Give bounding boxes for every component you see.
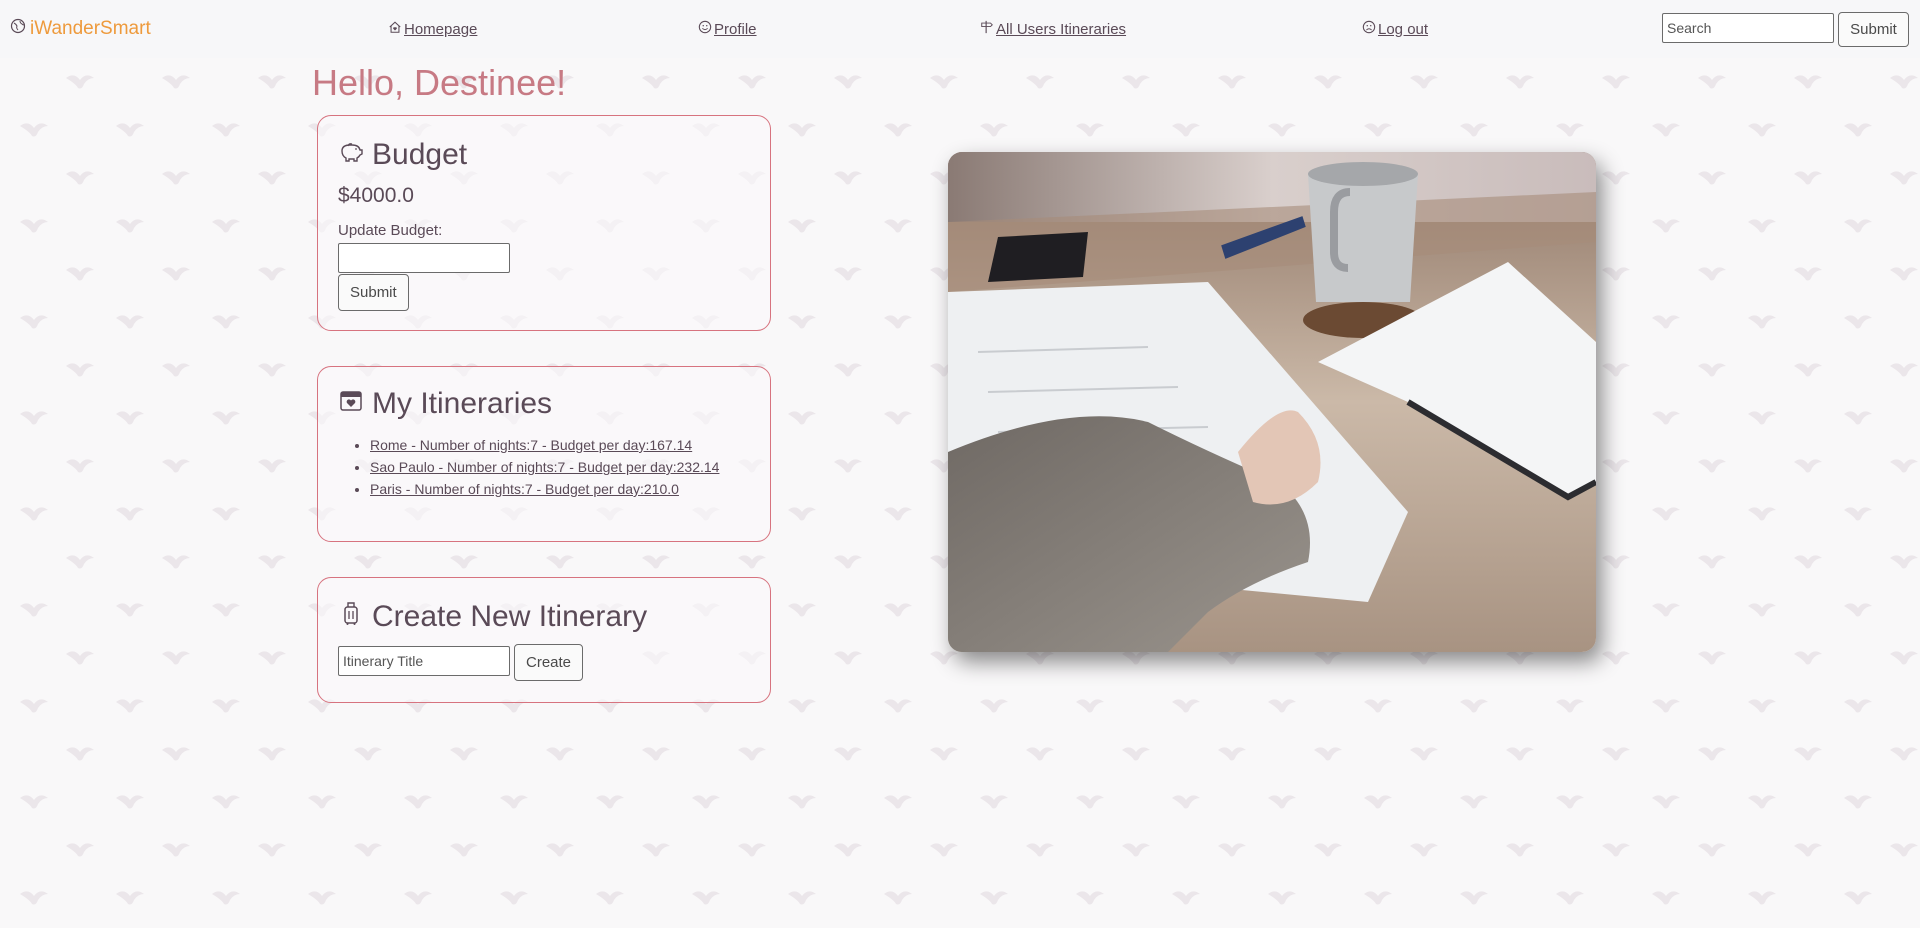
nav-link-label: Homepage (404, 20, 478, 38)
luggage-icon (338, 600, 364, 634)
signpost-icon (980, 20, 994, 38)
nav-link-label: Log out (1378, 20, 1429, 38)
hero-photo-writing-notes (948, 152, 1596, 652)
frown-icon (1362, 20, 1376, 38)
update-budget-label: Update Budget: (338, 222, 443, 239)
itinerary-list: Rome - Number of nights:7 - Budget per d… (370, 437, 719, 503)
smile-icon (698, 20, 712, 38)
budget-submit-button[interactable]: Submit (338, 274, 409, 311)
my-itineraries-card: My Itineraries Rome - Number of nights:7… (317, 366, 771, 542)
nav-link-profile[interactable]: Profile (698, 20, 757, 38)
nav-link-label: All Users Itineraries (996, 20, 1127, 38)
nav-link-homepage[interactable]: Homepage (388, 20, 477, 38)
itinerary-title-input[interactable] (338, 646, 510, 676)
update-budget-input[interactable] (338, 243, 510, 273)
list-item: Rome - Number of nights:7 - Budget per d… (370, 437, 719, 453)
nav-link-logout[interactable]: Log out (1362, 20, 1428, 38)
itinerary-link-paris[interactable]: Paris - Number of nights:7 - Budget per … (370, 481, 679, 497)
brand-logo[interactable]: iWanderSmart (10, 18, 151, 40)
globe-icon (10, 18, 26, 40)
house-heart-icon (388, 20, 402, 38)
create-itinerary-title: Create New Itinerary (372, 600, 648, 633)
budget-amount: $4000.0 (338, 184, 414, 207)
itinerary-link-sao-paulo[interactable]: Sao Paulo - Number of nights:7 - Budget … (370, 459, 719, 475)
search-submit-button[interactable]: Submit (1838, 12, 1909, 47)
page-greeting: Hello, Destinee! (312, 62, 567, 103)
create-itinerary-button[interactable]: Create (514, 644, 584, 681)
piggy-bank-icon (338, 138, 364, 172)
list-item: Paris - Number of nights:7 - Budget per … (370, 481, 719, 497)
my-itineraries-title: My Itineraries (372, 387, 553, 420)
budget-title: Budget (372, 138, 468, 171)
budget-card: Budget $4000.0 Update Budget: Submit (317, 115, 771, 331)
my-itineraries-heading: My Itineraries (338, 387, 552, 421)
top-navbar: iWanderSmart Homepage Profile All Users … (0, 0, 1920, 58)
list-item: Sao Paulo - Number of nights:7 - Budget … (370, 459, 719, 475)
nav-link-all-users-itineraries[interactable]: All Users Itineraries (980, 20, 1126, 38)
itinerary-link-rome[interactable]: Rome - Number of nights:7 - Budget per d… (370, 437, 692, 453)
search-input[interactable] (1662, 13, 1834, 43)
calendar-heart-icon (338, 387, 364, 421)
create-itinerary-card: Create New Itinerary Create (317, 577, 771, 703)
budget-heading: Budget (338, 138, 467, 172)
nav-link-label: Profile (714, 20, 757, 38)
brand-name: iWanderSmart (30, 18, 151, 39)
create-itinerary-heading: Create New Itinerary (338, 600, 647, 634)
